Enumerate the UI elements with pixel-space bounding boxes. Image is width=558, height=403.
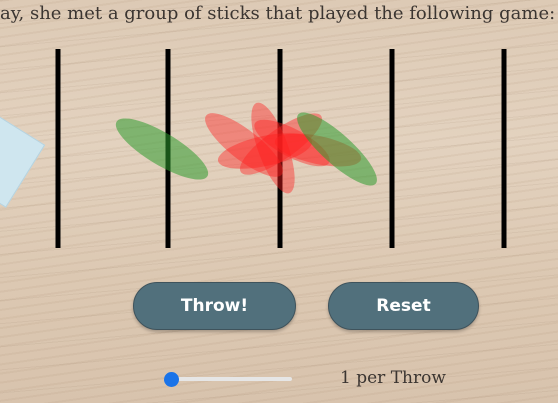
stick-non-crossing	[115, 118, 209, 180]
throws-per-click-slider[interactable]	[164, 369, 292, 389]
throws-per-click-label: 1 per Throw	[340, 368, 446, 388]
board-line	[55, 49, 61, 248]
reset-button[interactable]: Reset	[328, 282, 479, 330]
stick-board-canvas	[55, 49, 507, 248]
board-line	[501, 49, 507, 248]
board-line	[389, 49, 395, 248]
stick-board	[0, 40, 558, 260]
throw-button[interactable]: Throw!	[133, 282, 296, 330]
instruction-text: ay, she met a group of sticks that playe…	[0, 3, 556, 24]
